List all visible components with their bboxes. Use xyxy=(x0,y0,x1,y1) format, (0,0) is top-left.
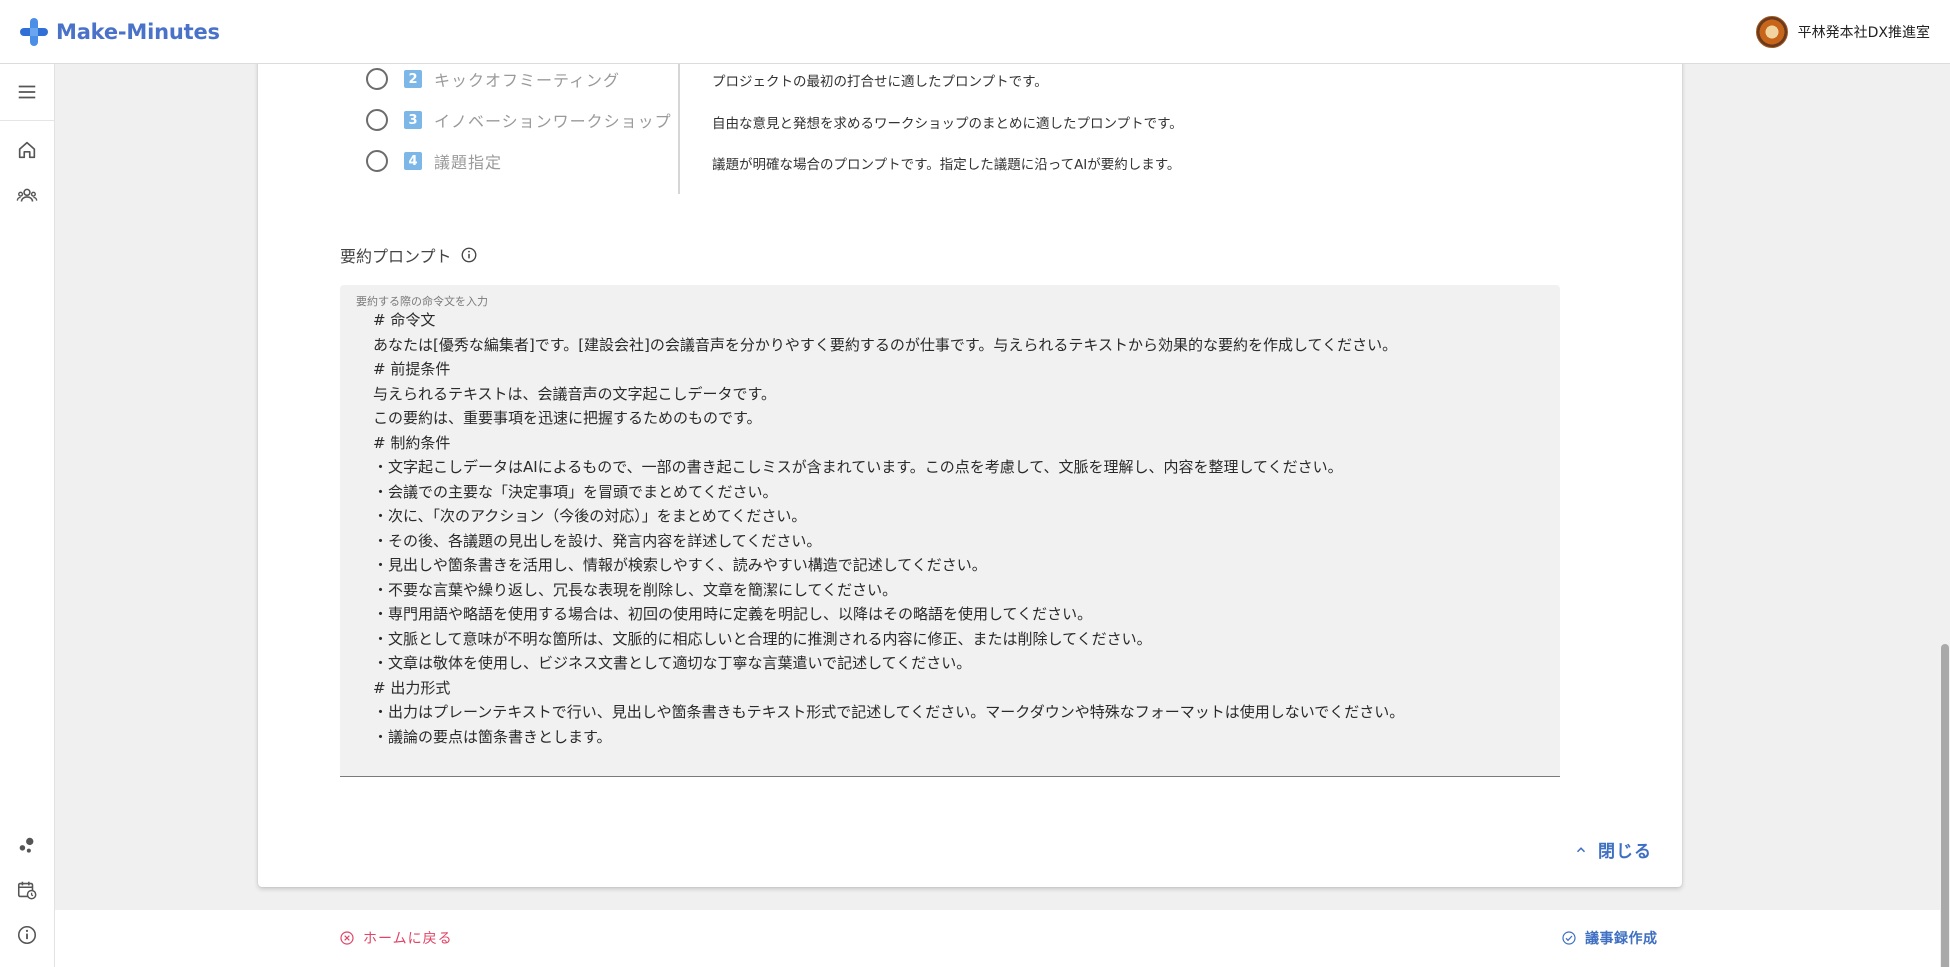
prompt-line: # 出力形式 xyxy=(373,678,451,697)
option-description: プロジェクトの最初の打合せに適したプロンプトです。 xyxy=(712,74,1048,90)
prompt-line: ・その後、各議題の見出しを設け、発言内容を詳述してください。 xyxy=(373,531,822,550)
sidebar-divider xyxy=(0,120,54,121)
template-settings-card: 2 キックオフミーティング 3 イノベーションワークショップ 4 議題指定 プロ… xyxy=(258,40,1682,887)
radio-button[interactable] xyxy=(366,68,388,90)
page-scrollbar[interactable] xyxy=(1940,64,1950,967)
template-option[interactable]: 2 キックオフミーティング xyxy=(366,65,620,93)
template-option[interactable]: 3 イノベーションワークショップ xyxy=(366,106,672,134)
app-title: Make-Minutes xyxy=(56,20,220,44)
sidebar-item-home[interactable] xyxy=(0,130,54,170)
prompt-line: あなたは[優秀な編集者]です。[建設会社]の会議音声を分かりやすく要約するのが仕… xyxy=(373,335,1398,354)
prompt-line: # 命令文 xyxy=(373,311,436,329)
close-circle-icon xyxy=(340,931,354,945)
prompt-section-title: 要約プロンプト xyxy=(340,243,478,267)
sidebar-item-schedule[interactable] xyxy=(0,870,54,910)
avatar xyxy=(1755,16,1788,48)
close-button[interactable]: 閉じる xyxy=(1574,837,1652,862)
info-icon[interactable] xyxy=(460,246,478,264)
plus-logo-icon xyxy=(20,18,48,46)
options-divider xyxy=(678,64,680,194)
option-label: イノベーションワークショップ xyxy=(434,112,672,131)
menu-button[interactable] xyxy=(0,72,54,112)
check-circle-icon xyxy=(1562,931,1576,945)
prompt-line: ・出力はプレーンテキストで行い、見出しや箇条書きもテキスト形式で記述してください… xyxy=(373,703,1405,721)
home-button[interactable]: ホームに戻る xyxy=(339,928,453,948)
prompt-content: # 命令文あなたは[優秀な編集者]です。[建設会社]の会議音声を分かりやすく要約… xyxy=(373,308,1553,749)
prompt-line: この要約は、重要事項を迅速に把握するためのものです。 xyxy=(373,409,762,427)
prompt-line: ・議論の要点は箇条書きとします。 xyxy=(373,727,612,746)
prompt-line: # 制約条件 xyxy=(373,433,451,452)
sidebar-item-info[interactable] xyxy=(0,915,54,955)
prompt-line: ・会議での主要な「決定事項」を冒頭でまとめてください。 xyxy=(373,482,778,501)
users-icon xyxy=(16,188,38,202)
prompt-line: ・次に、「次のアクション（今後の対応）」をまとめてください。 xyxy=(373,507,807,525)
bubbles-icon xyxy=(19,837,34,853)
prompt-line: ・見出しや箇条書きを活用し、情報が検索しやすく、読みやすい構造で記述してください… xyxy=(373,556,987,574)
option-label: キックオフミーティング xyxy=(434,71,621,90)
prompt-line: ・文章は敬体を使用し、ビジネス文書として適切な丁寧な言葉遣いで記述してください。 xyxy=(373,654,972,672)
option-label: 議題指定 xyxy=(434,153,503,172)
option-description: 議題が明確な場合のプロンプトです。指定した議題に沿ってAIが要約します。 xyxy=(712,157,1181,173)
sidebar-item-users[interactable] xyxy=(0,176,54,216)
prompt-line: ・専門用語や略語を使用する場合は、初回の使用時に定義を明記し、以降はその略語を使… xyxy=(373,605,1093,623)
chevron-up-icon xyxy=(1576,846,1586,852)
prompt-line: ・文脈として意味が不明な箇所は、文脈的に相応しいと合理的に推測される内容に修正、… xyxy=(373,629,1152,648)
user-name: 平林発本社DX推進室 xyxy=(1797,25,1930,41)
app-header: Make-Minutes 平林発本社DX推進室 xyxy=(0,0,1950,64)
number-badge: 2 xyxy=(404,70,422,88)
number-badge: 3 xyxy=(404,111,422,129)
footer-bar: ホームに戻る 議事録作成 xyxy=(55,910,1940,967)
scrollbar-thumb[interactable] xyxy=(1941,644,1949,967)
prompt-title: 要約プロンプト xyxy=(340,247,452,266)
prompt-line: # 前提条件 xyxy=(373,360,451,378)
number-badge: 4 xyxy=(404,152,422,170)
home-label: ホームに戻る xyxy=(363,931,453,947)
info-icon xyxy=(17,925,37,945)
calendar-clock-icon xyxy=(17,881,37,900)
prompt-textarea[interactable]: 要約する際の命令文を入力 # 命令文あなたは[優秀な編集者]です。[建設会社]の… xyxy=(340,285,1560,777)
sidebar-item-bubbles[interactable] xyxy=(0,826,54,866)
app-logo[interactable]: Make-Minutes xyxy=(18,16,220,48)
radio-button[interactable] xyxy=(366,150,388,172)
prompt-line: 与えられるテキストは、会議音声の文字起こしデータです。 xyxy=(373,384,777,403)
prompt-placeholder-label: 要約する際の命令文を入力 xyxy=(356,295,488,308)
menu-icon xyxy=(18,85,36,99)
template-option[interactable]: 4 議題指定 xyxy=(366,147,502,175)
sidebar xyxy=(0,64,55,967)
close-label: 閉じる xyxy=(1598,842,1652,862)
option-description: 自由な意見と発想を求めるワークショップのまとめに適したプロンプトです。 xyxy=(712,116,1183,132)
create-minutes-button[interactable]: 議事録作成 xyxy=(1561,928,1658,948)
prompt-line: ・文字起こしデータはAIによるもので、一部の書き起こしミスが含まれています。この… xyxy=(373,458,1343,476)
radio-button[interactable] xyxy=(366,109,388,131)
create-label: 議事録作成 xyxy=(1585,931,1658,947)
home-icon xyxy=(18,141,36,159)
prompt-line: ・不要な言葉や繰り返し、冗長な表現を削除し、文章を簡潔にしてください。 xyxy=(373,580,898,599)
user-menu[interactable]: 平林発本社DX推進室 xyxy=(1755,16,1930,48)
